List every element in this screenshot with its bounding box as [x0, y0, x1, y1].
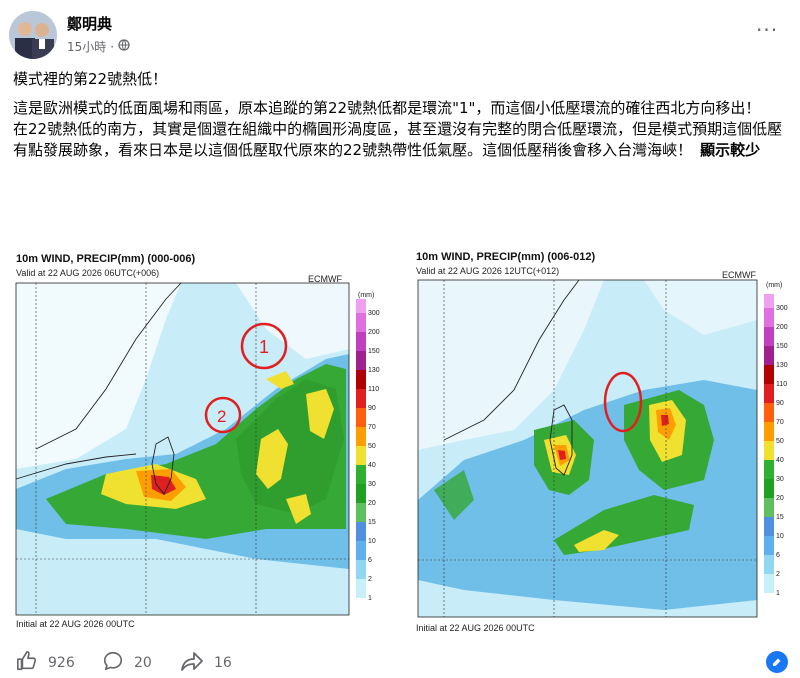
marker-2-label: 2	[217, 407, 226, 426]
map-left-title: 10m WIND, PRECIP(mm) (000-006)	[16, 253, 195, 265]
like-button[interactable]: 926	[16, 650, 75, 676]
cb-label: 70	[776, 419, 784, 426]
cb-label: 6	[368, 557, 372, 564]
map-right-valid: Valid at 22 AUG 2026 12UTC(+012)	[416, 266, 559, 276]
cb-label: 1	[776, 590, 780, 597]
cb-label: 20	[776, 495, 784, 502]
cb-label: 300	[368, 310, 380, 317]
colorbar-left: 300 200 150 130 110 90 70 50 40 30 20 15…	[356, 299, 380, 602]
cb-label: 200	[776, 324, 788, 331]
cb-label: 40	[776, 457, 784, 464]
post-paragraph-2: 在22號熱低的南方，其實是個還在組織中的橢圓形渦度區，甚至還沒有完整的閉合低壓環…	[13, 120, 783, 159]
cb-label: 200	[368, 329, 380, 336]
meta-dot: ·	[110, 39, 115, 54]
cb-label: 10	[776, 533, 784, 540]
cb-label: 90	[368, 405, 376, 412]
like-icon	[16, 650, 38, 676]
map-right-model: ECMWF	[722, 270, 756, 280]
cb-label: 300	[776, 305, 788, 312]
comment-icon	[102, 650, 124, 676]
cb-label: 40	[368, 462, 376, 469]
map-left-initial: Initial at 22 AUG 2026 00UTC	[16, 619, 135, 629]
cb-label: 30	[776, 476, 784, 483]
cb-label: 150	[776, 343, 788, 350]
cb-label: 2	[368, 576, 372, 583]
like-count: 926	[48, 655, 75, 671]
share-icon	[180, 650, 204, 676]
share-count: 16	[214, 655, 232, 671]
cb-label: 6	[776, 552, 780, 559]
comment-count: 20	[134, 655, 152, 671]
cb-label: 150	[368, 348, 380, 355]
cb-label: 50	[776, 438, 784, 445]
map-right-unit: (mm)	[766, 282, 782, 289]
precip-map-right[interactable]: 10m WIND, PRECIP(mm) (006-012) Valid at …	[404, 240, 800, 638]
reaction-bar: 926 20 16	[0, 640, 800, 678]
comment-button[interactable]: 20	[102, 650, 152, 676]
globe-icon	[118, 39, 130, 54]
cb-label: 90	[776, 400, 784, 407]
more-icon[interactable]: ···	[756, 20, 778, 40]
post-meta: 15小時 ·	[67, 38, 130, 55]
see-more-link[interactable]: 顯示較少	[700, 141, 760, 159]
share-button[interactable]: 16	[180, 650, 232, 676]
cb-label: 110	[776, 381, 787, 388]
map-left-model: ECMWF	[308, 274, 342, 284]
post-paragraph-1: 這是歐洲模式的低面風場和雨區，原本追蹤的第22號熱低都是環流"1"，而這個小低壓…	[13, 99, 761, 117]
post-time[interactable]: 15小時	[67, 38, 106, 55]
edit-icon[interactable]	[766, 651, 788, 673]
map-right-initial: Initial at 22 AUG 2026 00UTC	[416, 623, 535, 633]
cb-label: 2	[776, 571, 780, 578]
cb-label: 15	[368, 519, 376, 526]
cb-label: 15	[776, 514, 784, 521]
post-headline: 模式裡的第22號熱低！	[13, 70, 168, 88]
cb-label: 10	[368, 538, 376, 545]
cb-label: 130	[776, 362, 788, 369]
post-body: 模式裡的第22號熱低！ 這是歐洲模式的低面風場和雨區，原本追蹤的第22號熱低都是…	[13, 69, 793, 161]
map-left-valid: Valid at 22 AUG 2026 06UTC(+006)	[16, 268, 159, 278]
map-right-title: 10m WIND, PRECIP(mm) (006-012)	[416, 251, 595, 263]
cb-label: 1	[368, 595, 372, 602]
cb-label: 70	[368, 424, 376, 431]
map-left-unit: (mm)	[358, 292, 374, 299]
avatar[interactable]	[9, 11, 57, 59]
cb-label: 110	[368, 386, 379, 393]
precip-map-left[interactable]: 10m WIND, PRECIP(mm) (000-006) Valid at …	[6, 239, 392, 635]
cb-label: 30	[368, 481, 376, 488]
author-name[interactable]: 鄭明典	[67, 13, 112, 34]
cb-label: 20	[368, 500, 376, 507]
colorbar-right: 300 200 150 130 110 90 70 50 40 30 20 15…	[764, 294, 788, 597]
marker-1-label: 1	[259, 337, 269, 357]
cb-label: 130	[368, 367, 380, 374]
cb-label: 50	[368, 443, 376, 450]
